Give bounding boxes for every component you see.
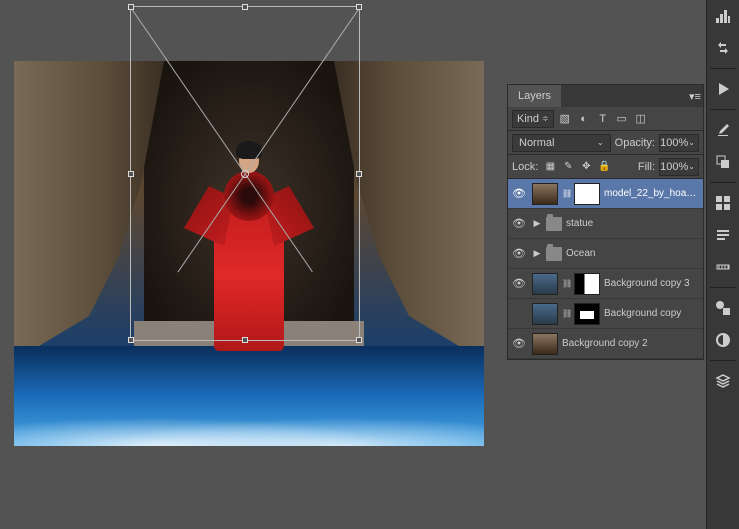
layer-mask-thumbnail[interactable] [574, 183, 600, 205]
transform-handle-tr[interactable] [356, 4, 362, 10]
chevron-down-icon: ⌄ [597, 138, 604, 147]
canvas-area[interactable] [0, 0, 500, 529]
panel-menu-icon[interactable]: ▾≡ [687, 90, 703, 103]
opacity-input[interactable]: 100%⌄ [659, 134, 699, 152]
layer-name[interactable]: statue [566, 218, 701, 229]
fill-input[interactable]: 100%⌄ [659, 158, 699, 176]
chevron-down-icon: ⌄ [688, 162, 695, 171]
fill-label: Fill: [638, 161, 655, 173]
blend-mode-value: Normal [519, 137, 554, 149]
swatches-icon[interactable] [711, 191, 735, 215]
visibility-toggle-icon[interactable]: 👁 [510, 187, 528, 200]
clone-icon[interactable] [711, 150, 735, 174]
transform-handle-tl[interactable] [128, 4, 134, 10]
lock-fill-row: Lock: ▦ ✎ ✥ 🔒 Fill: 100%⌄ [508, 155, 703, 179]
play-icon[interactable] [711, 77, 735, 101]
layer-row[interactable]: ⛓ Background copy [508, 299, 703, 329]
opacity-value: 100% [660, 137, 688, 149]
layers-panel: Layers ▾≡ Kind ≑ ▧ ◐ T ▭ ◫ Normal ⌄ Opac… [507, 84, 704, 360]
visibility-toggle-icon[interactable]: 👁 [510, 337, 528, 350]
layer-row[interactable]: 👁 ▶ Ocean [508, 239, 703, 269]
group-disclosure-icon[interactable]: ▶ [532, 248, 542, 259]
opacity-label: Opacity: [615, 137, 655, 149]
chevron-down-icon: ⌄ [688, 138, 695, 147]
filter-adjust-icon[interactable]: ◐ [576, 111, 592, 127]
filter-shape-icon[interactable]: ▭ [614, 111, 630, 127]
layer-filter-row: Kind ≑ ▧ ◐ T ▭ ◫ [508, 107, 703, 131]
folder-icon [546, 247, 562, 261]
layer-thumbnail[interactable] [532, 333, 558, 355]
lock-paint-icon[interactable]: ✎ [560, 159, 576, 175]
layer-mask-thumbnail[interactable] [574, 303, 600, 325]
link-icon: ⛓ [562, 279, 570, 288]
visibility-toggle-icon[interactable]: 👁 [510, 217, 528, 230]
chevron-down-icon: ≑ [542, 114, 549, 123]
lock-label: Lock: [512, 161, 538, 173]
layer-thumbnail[interactable] [532, 303, 558, 325]
link-icon: ⛓ [562, 309, 570, 318]
adjust-icon[interactable] [711, 328, 735, 352]
filter-type-icon[interactable]: T [595, 111, 611, 127]
tab-layers[interactable]: Layers [508, 85, 561, 107]
layer-name[interactable]: model_22_by_hoangvanva... [604, 188, 701, 199]
layer-name[interactable]: Background copy [604, 308, 701, 319]
link-icon: ⛓ [562, 189, 570, 198]
lock-transparency-icon[interactable]: ▦ [542, 159, 558, 175]
document-canvas[interactable] [14, 61, 484, 446]
layer-thumbnail[interactable] [532, 183, 558, 205]
measure-icon[interactable] [711, 255, 735, 279]
panel-tab-bar: Layers ▾≡ [508, 85, 703, 107]
histogram-icon[interactable] [711, 4, 735, 28]
group-disclosure-icon[interactable]: ▶ [532, 218, 542, 229]
brush-icon[interactable] [711, 118, 735, 142]
visibility-toggle-icon[interactable]: 👁 [510, 277, 528, 290]
blend-opacity-row: Normal ⌄ Opacity: 100%⌄ [508, 131, 703, 155]
layer-row[interactable]: 👁 Background copy 2 [508, 329, 703, 359]
transform-handle-tm[interactable] [242, 4, 248, 10]
lock-all-icon[interactable]: 🔒 [596, 159, 612, 175]
lock-position-icon[interactable]: ✥ [578, 159, 594, 175]
layer-name[interactable]: Background copy 3 [604, 278, 701, 289]
layer-name[interactable]: Ocean [566, 248, 701, 259]
filter-pixel-icon[interactable]: ▧ [557, 111, 573, 127]
right-dock-rail [706, 0, 739, 529]
layer-list: 👁 ⛓ model_22_by_hoangvanva... 👁 ▶ statue… [508, 179, 703, 359]
layer-row[interactable]: 👁 ⛓ model_22_by_hoangvanva... [508, 179, 703, 209]
filter-kind-dropdown[interactable]: Kind ≑ [512, 110, 554, 128]
layer-row[interactable]: 👁 ⛓ Background copy 3 [508, 269, 703, 299]
filter-kind-label: Kind [517, 113, 539, 125]
paragraph-icon[interactable] [711, 223, 735, 247]
layer-row[interactable]: 👁 ▶ statue [508, 209, 703, 239]
layer-mask-thumbnail[interactable] [574, 273, 600, 295]
visibility-toggle-icon[interactable]: 👁 [510, 247, 528, 260]
layers-icon[interactable] [711, 369, 735, 393]
swap-icon[interactable] [711, 36, 735, 60]
folder-icon [546, 217, 562, 231]
layer-thumbnail[interactable] [532, 273, 558, 295]
layer-name[interactable]: Background copy 2 [562, 338, 701, 349]
filter-smart-icon[interactable]: ◫ [633, 111, 649, 127]
shapes-icon[interactable] [711, 296, 735, 320]
blend-mode-dropdown[interactable]: Normal ⌄ [512, 134, 611, 152]
fill-value: 100% [660, 161, 688, 173]
